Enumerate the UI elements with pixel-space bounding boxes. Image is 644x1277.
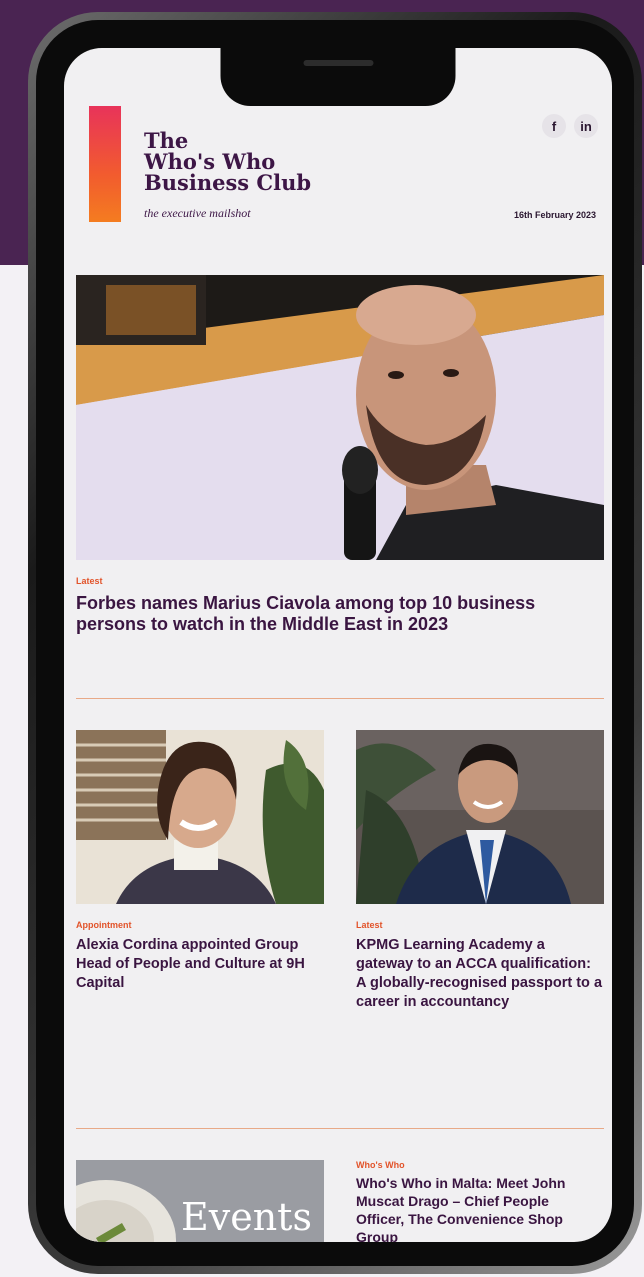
section-divider xyxy=(76,1128,604,1129)
logo-tagline: the executive mailshot xyxy=(144,206,251,220)
article-card[interactable]: Appointment Alexia Cordina appointed Gro… xyxy=(76,730,324,993)
hero-category[interactable]: Latest xyxy=(76,576,103,586)
phone-notch xyxy=(220,48,456,106)
article-thumbnail[interactable] xyxy=(356,730,604,904)
events-image-text: Events xyxy=(181,1195,312,1239)
linkedin-icon[interactable]: in xyxy=(574,114,598,138)
social-links: f in xyxy=(542,114,598,138)
phone-screen: The Who's Who Business Club the executiv… xyxy=(64,48,612,1242)
phone-frame: The Who's Who Business Club the executiv… xyxy=(28,12,642,1274)
bottom-category[interactable]: Who's Who xyxy=(356,1160,596,1170)
bottom-headline[interactable]: Who's Who in Malta: Meet John Muscat Dra… xyxy=(356,1174,596,1242)
bottom-article[interactable]: Who's Who Who's Who in Malta: Meet John … xyxy=(356,1160,596,1242)
hero-headline[interactable]: Forbes names Marius Ciavola among top 10… xyxy=(76,593,576,635)
article-card[interactable]: Latest KPMG Learning Academy a gateway t… xyxy=(356,730,604,1012)
logo-line-1: The xyxy=(144,128,189,153)
article-thumbnail[interactable] xyxy=(76,730,324,904)
card-category[interactable]: Appointment xyxy=(76,920,324,930)
logo-title[interactable]: The Who's Who Business Club xyxy=(144,130,311,193)
logo-line-3: Business Club xyxy=(144,170,312,195)
events-thumbnail[interactable]: Events xyxy=(76,1160,324,1242)
issue-date: 16th February 2023 xyxy=(513,210,596,220)
hero-image[interactable] xyxy=(76,275,604,560)
speaker-grille xyxy=(303,60,373,66)
phone-bezel: The Who's Who Business Club the executiv… xyxy=(36,20,634,1266)
card-category[interactable]: Latest xyxy=(356,920,604,930)
logo-line-2: Who's Who xyxy=(144,149,276,174)
section-divider xyxy=(76,698,604,699)
facebook-icon[interactable]: f xyxy=(542,114,566,138)
brand-color-bar xyxy=(89,106,121,222)
card-headline[interactable]: Alexia Cordina appointed Group Head of P… xyxy=(76,936,324,993)
card-headline[interactable]: KPMG Learning Academy a gateway to an AC… xyxy=(356,936,604,1012)
